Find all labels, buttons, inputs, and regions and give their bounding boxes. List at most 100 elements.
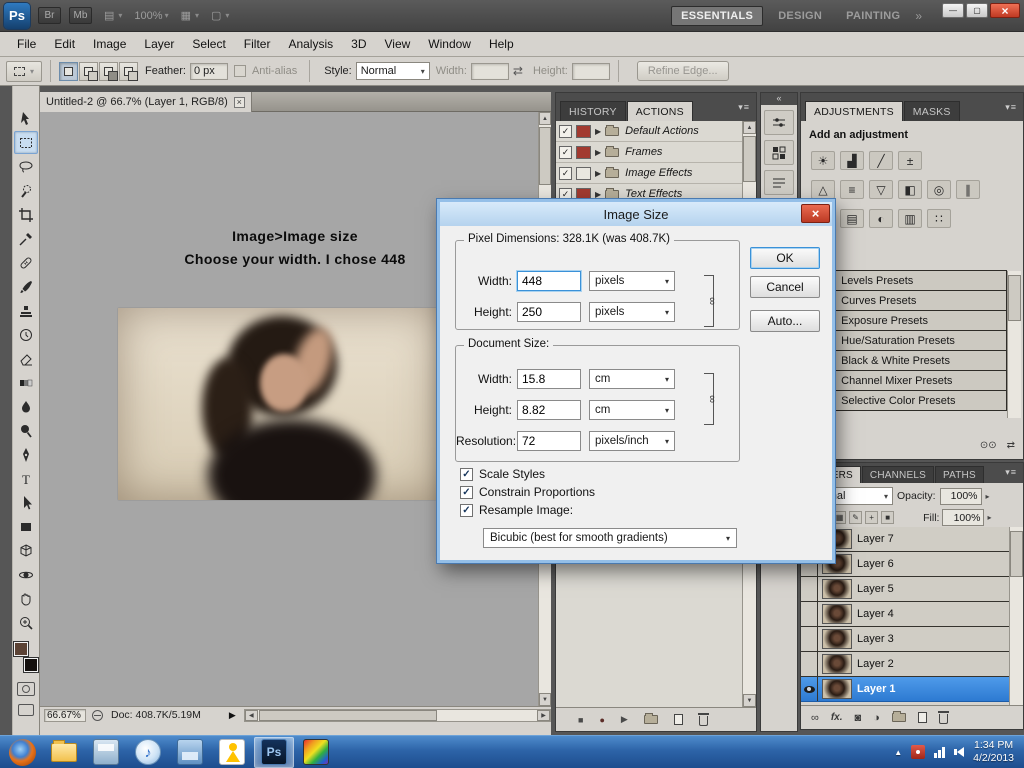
layer-thumbnail[interactable]	[822, 654, 852, 674]
rectangular-marquee-tool[interactable]	[14, 131, 38, 154]
photo-filter-icon[interactable]: ◎	[927, 180, 951, 199]
lock-transparency-icon[interactable]: ▦	[833, 511, 846, 524]
layer-thumbnail[interactable]	[822, 579, 852, 599]
hand-tool[interactable]	[14, 587, 38, 610]
menu-view[interactable]: View	[375, 32, 419, 57]
scroll-up-icon[interactable]: ▲	[743, 121, 756, 134]
3d-camera-rotate-tool[interactable]	[14, 563, 38, 586]
switch-panel-view-icon[interactable]: ⇄	[1007, 440, 1015, 451]
action-dialog-toggle[interactable]	[576, 125, 591, 138]
delete-layer-icon[interactable]	[939, 714, 948, 724]
delete-icon[interactable]	[699, 716, 708, 726]
pixel-height-input[interactable]	[517, 302, 581, 322]
preset-row[interactable]: ▶Channel Mixer Presets	[805, 370, 1007, 391]
link-layers-icon[interactable]: ∞	[811, 712, 819, 724]
fill-slider-arrow-icon[interactable]: ▸	[987, 513, 991, 522]
menu-edit[interactable]: Edit	[45, 32, 84, 57]
taskbar-photoshop-active[interactable]: Ps	[254, 737, 294, 768]
begin-recording-icon[interactable]: ●	[599, 715, 604, 725]
menu-analysis[interactable]: Analysis	[279, 32, 342, 57]
tab-masks[interactable]: MASKS	[904, 101, 960, 121]
preset-row[interactable]: ▶Levels Presets	[805, 270, 1007, 291]
subtract-from-selection-mode-button[interactable]	[99, 62, 118, 81]
taskbar-aim[interactable]	[212, 737, 252, 768]
screen-mode-toggle[interactable]	[18, 704, 34, 716]
zoom-tool[interactable]	[14, 611, 38, 634]
menu-file[interactable]: File	[8, 32, 45, 57]
layer-row[interactable]: Layer 3	[801, 627, 1009, 652]
clip-to-layer-icon[interactable]: ⊙⊙	[980, 440, 997, 451]
workspace-overflow-icon[interactable]: »	[915, 9, 922, 23]
add-to-selection-mode-button[interactable]	[79, 62, 98, 81]
action-toggle-checkbox[interactable]: ✓	[559, 125, 572, 138]
menu-3d[interactable]: 3D	[342, 32, 375, 57]
document-tab[interactable]: Untitled-2 @ 66.7% (Layer 1, RGB/8) ×	[40, 92, 252, 112]
action-dialog-toggle[interactable]	[576, 167, 591, 180]
scroll-up-icon[interactable]: ▲	[539, 112, 551, 125]
quick-selection-tool[interactable]	[14, 179, 38, 202]
visibility-toggle[interactable]	[801, 652, 818, 676]
expand-arrow-icon[interactable]: ▶	[595, 148, 601, 157]
pixel-height-unit-dropdown[interactable]: pixels ▾	[589, 302, 675, 322]
tab-channels[interactable]: CHANNELS	[862, 466, 934, 483]
vibrance-icon[interactable]: △	[811, 180, 835, 199]
new-group-icon[interactable]	[892, 713, 906, 722]
resample-image-checkbox-row[interactable]: ✓ Resample Image:	[460, 502, 573, 518]
scroll-thumb[interactable]	[1010, 531, 1023, 577]
pen-tool[interactable]	[14, 443, 38, 466]
ok-button[interactable]: OK	[750, 247, 820, 269]
path-selection-tool[interactable]	[14, 491, 38, 514]
tool-preset-picker[interactable]: ▾	[6, 61, 42, 82]
taskbar-app-window[interactable]	[86, 737, 126, 768]
scroll-down-icon[interactable]: ▼	[743, 694, 756, 707]
workspace-painting[interactable]: PAINTING	[837, 7, 909, 25]
expand-dock-icon[interactable]: «	[761, 93, 797, 105]
preset-row[interactable]: ▶Selective Color Presets	[805, 390, 1007, 411]
threshold-icon[interactable]: ◐	[869, 209, 893, 228]
gradient-tool[interactable]	[14, 371, 38, 394]
zoom-level-control[interactable]: 100% ▾	[134, 10, 168, 22]
feather-input[interactable]	[190, 63, 228, 80]
layers-scrollbar[interactable]	[1009, 527, 1023, 705]
cancel-button[interactable]: Cancel	[750, 276, 820, 298]
black-white-icon[interactable]: ◧	[898, 180, 922, 199]
foreground-color-swatch[interactable]	[14, 642, 28, 656]
3d-object-rotate-tool[interactable]	[14, 539, 38, 562]
new-action-icon[interactable]	[674, 714, 683, 725]
lock-pixels-icon[interactable]: ✎	[849, 511, 862, 524]
exposure-icon[interactable]: ±	[898, 151, 922, 170]
status-flyout-arrow-icon[interactable]: ▶	[229, 710, 236, 721]
menu-help[interactable]: Help	[480, 32, 523, 57]
close-button[interactable]: ×	[990, 3, 1020, 18]
curves-icon[interactable]: ╱	[869, 151, 893, 170]
scroll-thumb[interactable]	[1008, 275, 1021, 321]
action-toggle-checkbox[interactable]: ✓	[559, 167, 572, 180]
menu-select[interactable]: Select	[183, 32, 234, 57]
scale-styles-checkbox-row[interactable]: ✓ Scale Styles	[460, 466, 545, 482]
fill-value[interactable]: 100%	[942, 509, 984, 526]
launch-mini-bridge-button[interactable]: Mb	[69, 7, 92, 24]
play-selection-icon[interactable]: ▶	[621, 714, 628, 725]
minimize-button[interactable]: —	[942, 3, 964, 18]
layer-thumbnail[interactable]	[822, 679, 852, 699]
background-color-swatch[interactable]	[24, 658, 38, 672]
action-set-row[interactable]: ✓ ▶ Default Actions	[556, 121, 742, 142]
view-extras-button[interactable]: ▤ ▾	[104, 9, 122, 22]
taskbar-firefox[interactable]	[2, 737, 42, 768]
swatches-panel-icon[interactable]	[764, 140, 794, 165]
styles-panel-icon[interactable]	[764, 170, 794, 195]
tray-expand-icon[interactable]: ▲	[894, 748, 902, 757]
add-layer-mask-icon[interactable]: ◙	[855, 712, 862, 724]
spot-healing-brush-tool[interactable]	[14, 251, 38, 274]
constrain-proportions-checkbox-row[interactable]: ✓ Constrain Proportions	[460, 484, 595, 500]
layer-row[interactable]: Layer 5	[801, 577, 1009, 602]
expand-arrow-icon[interactable]: ▶	[595, 190, 601, 199]
taskbar-itunes[interactable]: ♪	[128, 737, 168, 768]
new-action-set-icon[interactable]	[644, 715, 658, 724]
scroll-thumb[interactable]	[743, 136, 756, 182]
eraser-tool[interactable]	[14, 347, 38, 370]
menu-layer[interactable]: Layer	[135, 32, 183, 57]
presets-scrollbar[interactable]	[1007, 271, 1021, 418]
close-tab-icon[interactable]: ×	[234, 97, 245, 108]
lock-all-icon[interactable]: ■	[881, 511, 894, 524]
